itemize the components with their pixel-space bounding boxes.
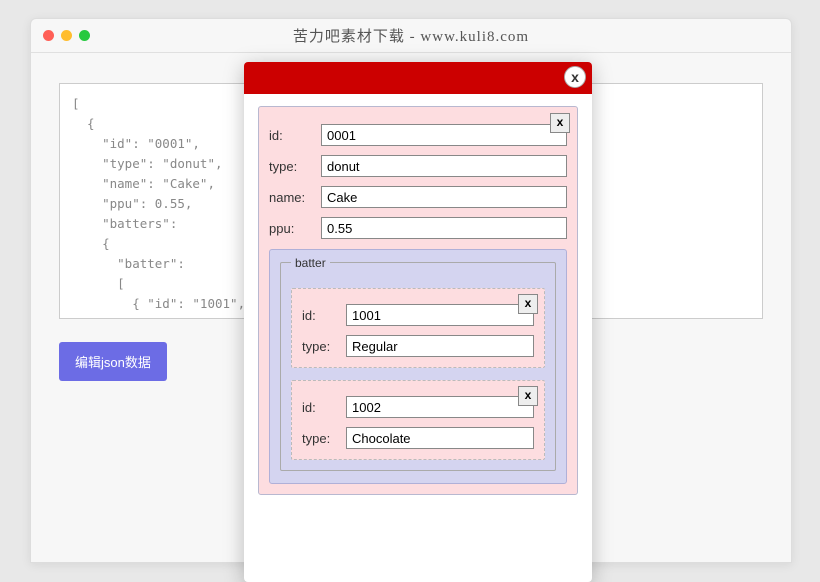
remove-root-button[interactable]: x [550,113,570,133]
batter-id-input[interactable] [346,396,534,418]
field-row: type: [269,155,567,177]
batter-item: x id: type: [291,288,545,368]
id-input[interactable] [321,124,567,146]
batter-legend: batter [291,256,330,270]
field-row: type: [302,427,534,449]
type-input[interactable] [321,155,567,177]
ppu-input[interactable] [321,217,567,239]
batter-item: x id: type: [291,380,545,460]
field-row: type: [302,335,534,357]
modal-body: x id: type: name: ppu: batter [244,94,592,582]
id-label: id: [269,128,321,143]
ppu-label: ppu: [269,221,321,236]
edit-json-button[interactable]: 编辑json数据 [59,342,167,381]
batter-fieldset: batter x id: type: x [280,262,556,471]
editor-modal: x x id: type: name: ppu: ba [244,62,592,582]
window-title: 苦力吧素材下载 - www.kuli8.com [31,25,791,46]
field-row: id: [269,124,567,146]
name-input[interactable] [321,186,567,208]
modal-close-button[interactable]: x [564,66,586,88]
field-row: name: [269,186,567,208]
id-label: id: [302,308,346,323]
type-label: type: [302,339,346,354]
type-label: type: [302,431,346,446]
batter-id-input[interactable] [346,304,534,326]
titlebar: 苦力吧素材下载 - www.kuli8.com [31,19,791,53]
remove-batter-button[interactable]: x [518,386,538,406]
field-row: ppu: [269,217,567,239]
remove-batter-button[interactable]: x [518,294,538,314]
field-row: id: [302,396,534,418]
type-label: type: [269,159,321,174]
modal-header: x [244,62,592,94]
root-object-group: x id: type: name: ppu: batter [258,106,578,495]
field-row: id: [302,304,534,326]
name-label: name: [269,190,321,205]
id-label: id: [302,400,346,415]
batters-container: batter x id: type: x [269,249,567,484]
batter-type-input[interactable] [346,427,534,449]
batter-type-input[interactable] [346,335,534,357]
close-icon: x [571,69,579,85]
